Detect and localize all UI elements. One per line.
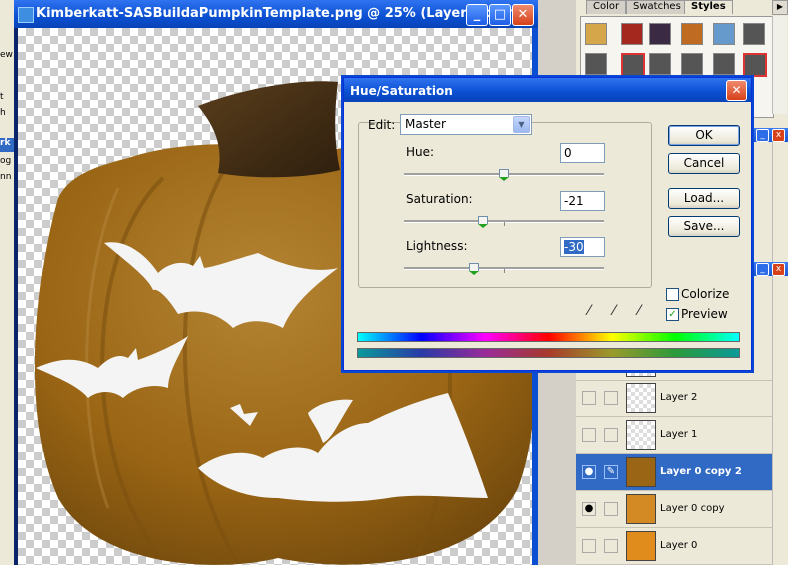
left-side-panel: ew t h rk og nn — [0, 0, 15, 565]
saturation-label: Saturation: — [406, 192, 473, 206]
save-button[interactable]: Save... — [668, 216, 740, 237]
document-title-bar[interactable]: Kimberkatt-SASBuildaPumpkinTemplate.png … — [14, 0, 538, 28]
layer-row[interactable]: Layer 0 — [576, 528, 772, 565]
layer-thumbnail — [626, 531, 656, 561]
dialog-title-bar[interactable]: Hue/Saturation ✕ — [344, 78, 751, 102]
layer-thumbnail — [626, 494, 656, 524]
link-toggle[interactable] — [604, 428, 618, 442]
style-swatch[interactable] — [649, 53, 671, 75]
tab-color[interactable]: Color — [586, 0, 627, 14]
close-icon[interactable]: ✕ — [726, 80, 747, 101]
slider-tick — [504, 269, 505, 273]
input-color-bar — [357, 332, 740, 342]
dialog-title: Hue/Saturation — [350, 84, 453, 98]
layer-name: Layer 1 — [660, 429, 698, 440]
style-swatch[interactable] — [621, 53, 645, 77]
eye-icon[interactable]: ● — [582, 502, 596, 516]
tab-styles[interactable]: Styles — [684, 0, 733, 14]
layer-thumbnail — [626, 383, 656, 413]
output-color-bar — [357, 348, 740, 358]
lightness-input[interactable]: -30 — [560, 237, 605, 257]
style-swatch[interactable] — [585, 53, 607, 75]
colorize-checkbox[interactable] — [666, 288, 679, 301]
minimize-icon[interactable]: _ — [756, 263, 769, 276]
eyedropper-icon[interactable]: ⁄ — [581, 302, 597, 320]
hue-saturation-dialog: Hue/Saturation ✕ Edit: Master ▼ Hue: 0 S… — [343, 77, 752, 371]
close-icon[interactable]: x — [772, 263, 785, 276]
style-swatch[interactable] — [743, 23, 765, 45]
hue-label: Hue: — [406, 145, 435, 159]
layers-scrollbar[interactable] — [772, 276, 788, 565]
preview-label: Preview — [681, 307, 728, 321]
eye-icon[interactable]: ● — [582, 465, 596, 479]
hue-input[interactable]: 0 — [560, 143, 605, 163]
layer-row[interactable]: ● ✎ Layer 0 copy 2 — [576, 454, 772, 491]
style-swatch[interactable] — [713, 53, 735, 75]
ok-button[interactable]: OK — [668, 125, 740, 146]
minimize-button[interactable]: _ — [466, 4, 488, 26]
layer-row[interactable]: Layer 1 — [576, 417, 772, 454]
document-title: Kimberkatt-SASBuildaPumpkinTemplate.png … — [36, 6, 520, 21]
load-button[interactable]: Load... — [668, 188, 740, 209]
chevron-down-icon[interactable]: ▼ — [513, 116, 530, 133]
maximize-button[interactable]: □ — [489, 4, 511, 26]
left-panel-row[interactable]: ew — [0, 50, 14, 64]
layer-row[interactable]: Layer 2 — [576, 380, 772, 417]
minimize-icon[interactable]: _ — [756, 129, 769, 142]
styles-scrollbar[interactable] — [772, 16, 787, 114]
edit-channel-select[interactable]: Master ▼ — [400, 114, 532, 135]
preview-checkbox[interactable]: ✓ — [666, 308, 679, 321]
left-panel-row[interactable]: rk — [0, 138, 14, 152]
link-toggle[interactable] — [604, 539, 618, 553]
hue-slider-thumb[interactable] — [499, 169, 509, 181]
lightness-label: Lightness: — [406, 239, 468, 253]
layer-name: Layer 0 copy 2 — [660, 466, 742, 477]
saturation-input[interactable]: -21 — [560, 191, 605, 211]
layer-thumbnail — [626, 420, 656, 450]
link-toggle[interactable] — [604, 391, 618, 405]
visibility-toggle[interactable] — [582, 539, 596, 553]
left-panel-row[interactable]: t — [0, 92, 14, 106]
visibility-toggle[interactable] — [582, 391, 596, 405]
saturation-slider-thumb[interactable] — [478, 216, 488, 228]
close-button[interactable]: ✕ — [512, 4, 534, 26]
layer-name: Layer 2 — [660, 392, 698, 403]
close-icon[interactable]: x — [772, 129, 785, 142]
style-swatch[interactable] — [681, 53, 703, 75]
layer-thumbnail — [626, 457, 656, 487]
layers-list: Layer 2 Layer 1 ● ✎ Layer 0 copy 2 ● Lay… — [576, 347, 772, 565]
style-swatch[interactable] — [621, 23, 643, 45]
style-swatch[interactable] — [649, 23, 671, 45]
eyedropper-minus-icon[interactable]: ⁄ — [631, 302, 647, 320]
document-icon — [18, 7, 34, 23]
layer-name: Layer 0 copy — [660, 503, 725, 514]
eyedropper-plus-icon[interactable]: ⁄ — [606, 302, 622, 320]
edit-label: Edit: — [368, 118, 396, 132]
style-swatch[interactable] — [681, 23, 703, 45]
panel-scrollbar[interactable] — [772, 142, 788, 262]
layer-row[interactable]: ● Layer 0 copy — [576, 491, 772, 528]
style-swatch[interactable] — [713, 23, 735, 45]
left-panel-row[interactable]: og — [0, 156, 14, 170]
edit-value: Master — [405, 117, 446, 131]
style-swatch[interactable] — [743, 53, 767, 77]
layer-name: Layer 0 — [660, 540, 698, 551]
colorize-label: Colorize — [681, 287, 730, 301]
left-panel-row[interactable]: nn — [0, 172, 14, 186]
style-swatch[interactable] — [585, 23, 607, 45]
left-panel-row[interactable]: h — [0, 108, 14, 122]
tab-swatches[interactable]: Swatches — [626, 0, 688, 14]
slider-tick — [504, 222, 505, 226]
lightness-slider-thumb[interactable] — [469, 263, 479, 275]
adjustment-group — [358, 122, 652, 288]
panel-menu-arrow-icon[interactable]: ▶ — [772, 0, 788, 15]
link-toggle[interactable] — [604, 502, 618, 516]
visibility-toggle[interactable] — [582, 428, 596, 442]
cancel-button[interactable]: Cancel — [668, 153, 740, 174]
brush-icon[interactable]: ✎ — [604, 465, 618, 479]
